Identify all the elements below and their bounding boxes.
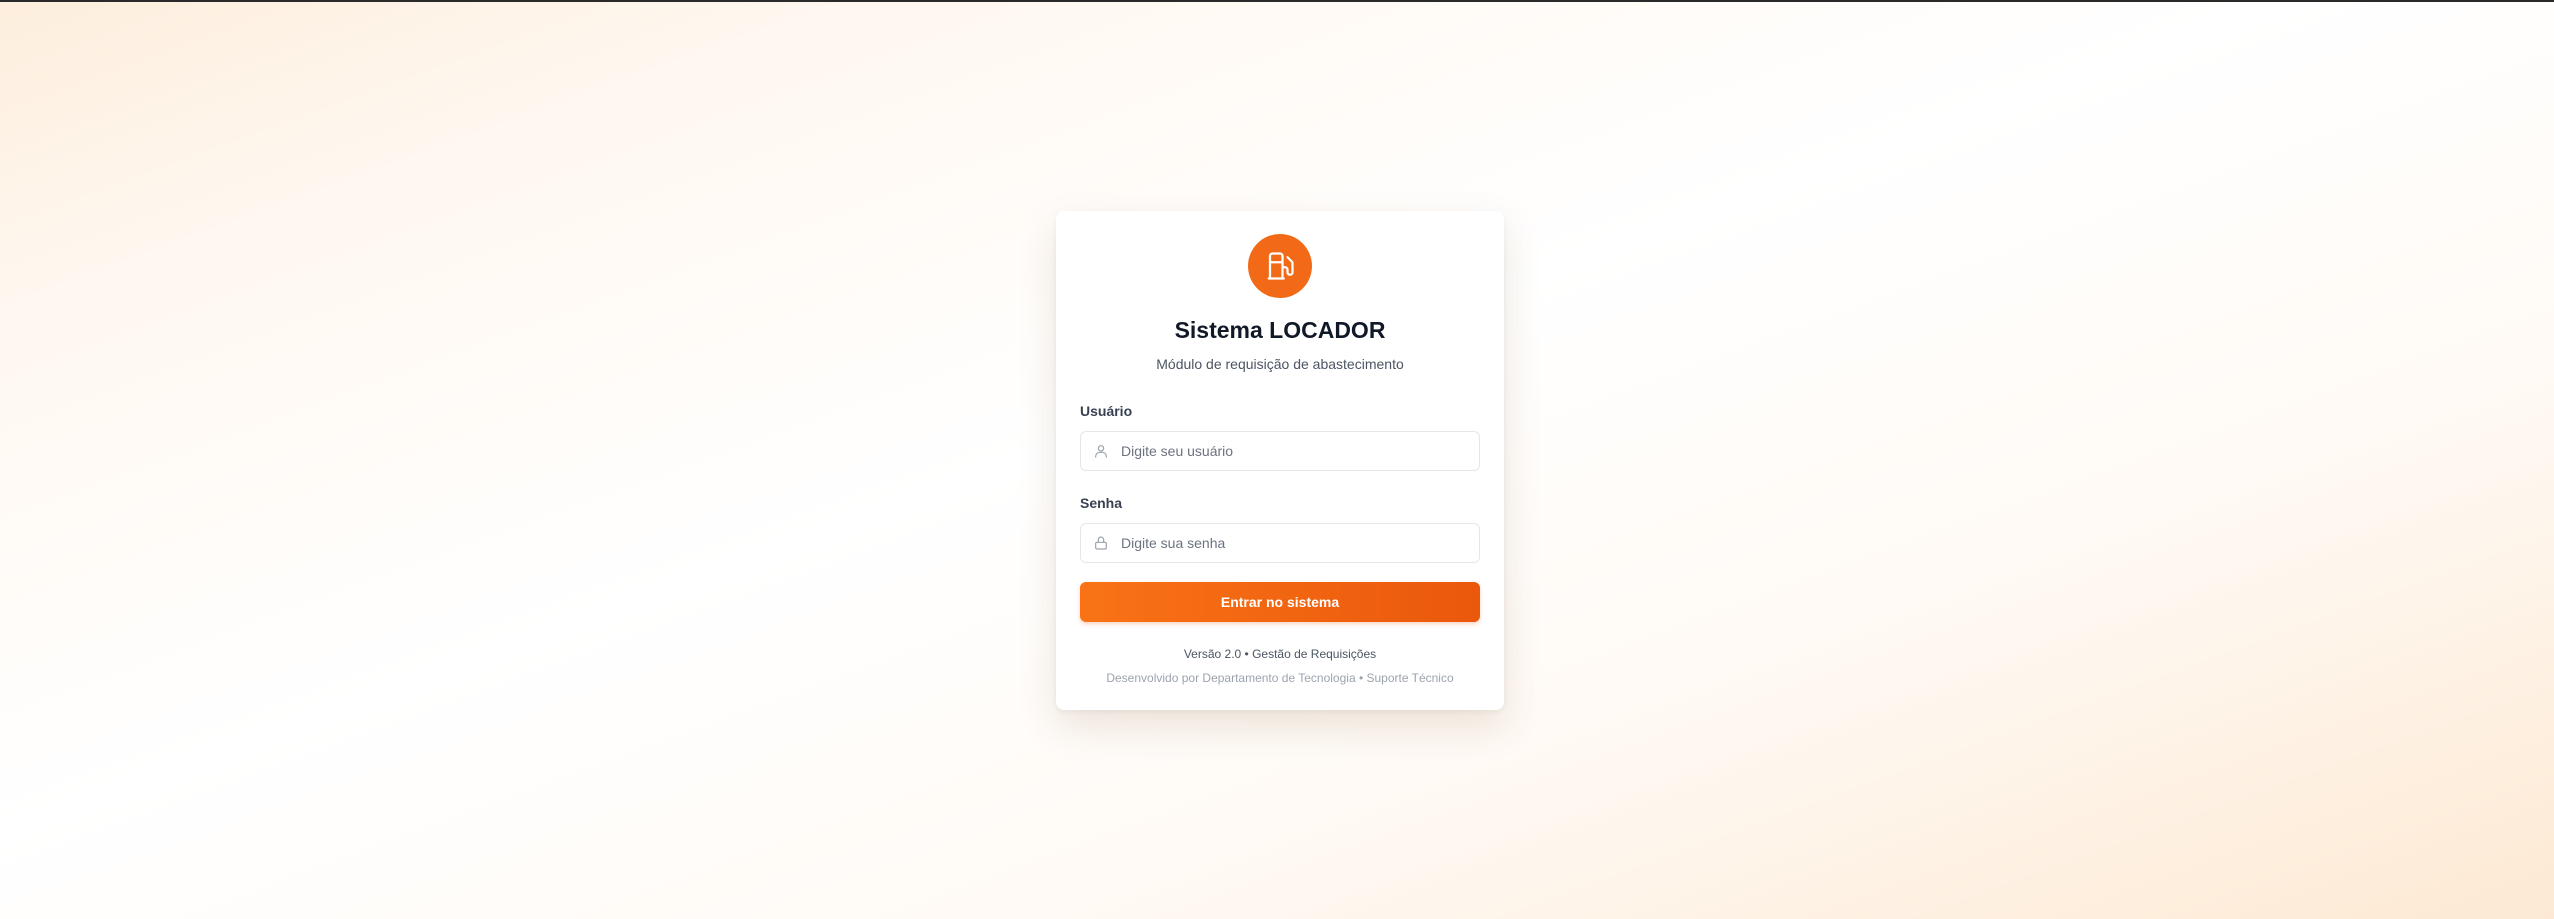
lock-icon bbox=[1095, 536, 1107, 550]
password-input[interactable] bbox=[1121, 524, 1471, 562]
username-input[interactable] bbox=[1121, 432, 1471, 470]
password-field[interactable] bbox=[1080, 523, 1480, 563]
logo-badge bbox=[1248, 234, 1312, 298]
login-button[interactable]: Entrar no sistema bbox=[1080, 582, 1480, 622]
app-title: Sistema LOCADOR bbox=[1174, 317, 1386, 343]
fuel-pump-icon bbox=[1267, 252, 1294, 280]
login-card: Sistema LOCADOR Módulo de requisição de … bbox=[1056, 211, 1504, 710]
version-info: Versão 2.0 • Gestão de Requisições bbox=[1183, 647, 1377, 661]
username-label: Usuário bbox=[1080, 403, 1133, 419]
app-subtitle: Módulo de requisição de abastecimento bbox=[1156, 356, 1404, 372]
username-field[interactable] bbox=[1080, 431, 1480, 471]
user-icon bbox=[1095, 445, 1107, 458]
password-label: Senha bbox=[1080, 495, 1123, 511]
credits-info: Desenvolvido por Departamento de Tecnolo… bbox=[1106, 671, 1454, 685]
window-top-border bbox=[0, 0, 2554, 2]
